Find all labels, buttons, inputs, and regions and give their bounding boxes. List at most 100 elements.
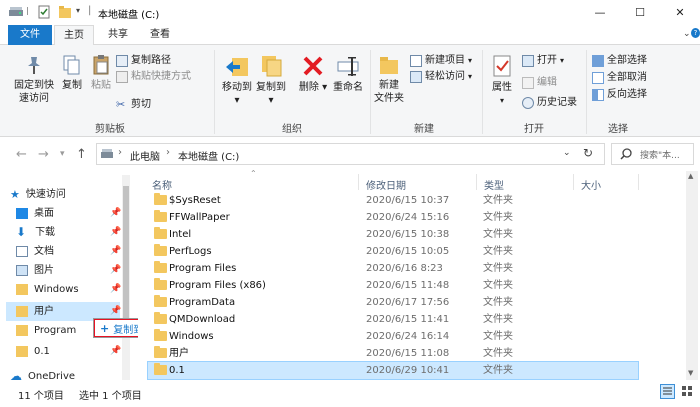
new-folder-quick-icon[interactable]: [58, 5, 72, 19]
new-folder-label-2: 文件夹: [374, 93, 404, 104]
pin-icon[interactable]: 📌: [110, 223, 121, 242]
select-none-button[interactable]: 全部取消: [592, 70, 647, 85]
pin-icon[interactable]: 📌: [110, 280, 121, 299]
forward-button[interactable]: →: [38, 147, 49, 162]
nav-item-windows[interactable]: Windows 📌: [16, 280, 121, 299]
minimize-button[interactable]: —: [580, 0, 620, 25]
file-type: 文件夹: [483, 212, 513, 223]
scroll-up-icon[interactable]: ▲: [688, 172, 693, 180]
tab-view[interactable]: 查看: [142, 25, 178, 45]
file-date: 2020/6/15 11:08: [366, 348, 450, 359]
file-name: 用户: [169, 348, 189, 359]
column-header-size[interactable]: 大小: [581, 177, 601, 192]
details-view-button[interactable]: [660, 384, 675, 399]
pin-quick-access-button[interactable]: 固定到快 速访问: [8, 54, 60, 105]
open-group-label: 打开: [524, 124, 544, 135]
folder-icon: [154, 312, 167, 324]
nav-scrollbar-thumb[interactable]: [123, 186, 129, 326]
column-divider: [476, 174, 477, 190]
edit-button[interactable]: 编辑: [522, 75, 557, 90]
table-row[interactable]: Program Files (x86) 2020/6/15 11:48 文件夹: [148, 277, 638, 294]
nav-quick-access[interactable]: ★ 快速访问: [10, 185, 66, 204]
cut-button[interactable]: ✂ 剪切: [116, 97, 151, 112]
file-name: Program Files: [169, 263, 237, 274]
drive-icon: [9, 7, 23, 16]
file-name: Program Files (x86): [169, 280, 266, 291]
large-icons-view-button[interactable]: [680, 384, 695, 399]
scroll-down-icon[interactable]: ▼: [688, 369, 693, 377]
table-row[interactable]: QMDownload 2020/6/15 11:41 文件夹: [148, 311, 638, 328]
pin-icon[interactable]: 📌: [110, 342, 121, 361]
tab-share[interactable]: 共享: [100, 25, 136, 45]
file-name: FFWallPaper: [169, 212, 230, 223]
table-row[interactable]: 0.1 2020/6/29 10:41 文件夹: [147, 361, 639, 380]
list-scrollbar[interactable]: [686, 171, 698, 380]
organize-group-label: 组织: [282, 124, 302, 135]
move-to-button[interactable]: 移动到 ▾: [220, 54, 254, 107]
breadcrumb-this-pc[interactable]: 此电脑: [130, 148, 160, 163]
customize-toolbar-icon[interactable]: ▾: [76, 6, 80, 15]
table-row[interactable]: $SysReset 2020/6/15 10:37 文件夹: [148, 192, 638, 209]
copy-button[interactable]: 复制: [60, 54, 84, 92]
address-bar[interactable]: [96, 143, 605, 165]
large-icons-view-icon: [682, 386, 692, 396]
table-row[interactable]: Windows 2020/6/24 16:14 文件夹: [148, 328, 638, 345]
file-name: PerfLogs: [169, 246, 212, 257]
tab-home[interactable]: 主页: [54, 25, 94, 46]
folder-icon: [154, 210, 167, 222]
close-button[interactable]: ✕: [660, 0, 700, 25]
file-type: 文件夹: [483, 331, 513, 342]
select-all-button[interactable]: 全部选择: [592, 53, 647, 68]
paste-button[interactable]: 粘贴: [88, 54, 114, 92]
delete-x-icon: [303, 56, 323, 76]
pin-icon[interactable]: 📌: [110, 242, 121, 261]
back-button[interactable]: ←: [16, 147, 27, 162]
group-divider: [370, 50, 371, 134]
up-button[interactable]: ↑: [76, 147, 87, 162]
new-folder-button[interactable]: 新建 文件夹: [372, 54, 406, 105]
column-header-date[interactable]: 修改日期: [366, 177, 406, 192]
details-view-icon: [663, 387, 672, 395]
tab-file[interactable]: 文件: [8, 25, 52, 45]
new-folder-label-1: 新建: [379, 80, 399, 91]
help-icon[interactable]: ?: [691, 28, 700, 38]
recent-locations-button[interactable]: ▾: [60, 149, 65, 159]
nav-item-pictures[interactable]: 图片 📌: [16, 261, 121, 280]
table-row[interactable]: 用户 2020/6/15 11:08 文件夹: [148, 345, 638, 362]
copy-path-button[interactable]: 复制路径: [116, 53, 171, 68]
new-item-button[interactable]: 新建项目 ▾: [410, 53, 472, 68]
select-none-icon: [592, 71, 604, 84]
nav-item-downloads[interactable]: ⬇ 下载 📌: [16, 223, 121, 242]
history-button[interactable]: 历史记录: [522, 95, 577, 110]
maximize-button[interactable]: ☐: [620, 0, 660, 25]
pin-icon[interactable]: 📌: [110, 204, 121, 223]
copy-to-button[interactable]: 复制到 ▾: [254, 54, 288, 107]
file-name: Intel: [169, 229, 192, 240]
nav-item-desktop[interactable]: 桌面 📌: [16, 204, 121, 223]
nav-item-documents[interactable]: 文档 📌: [16, 242, 121, 261]
properties-icon[interactable]: [38, 5, 50, 19]
delete-button[interactable]: 删除 ▾: [298, 54, 328, 94]
properties-button[interactable]: 属性 ▾: [486, 54, 518, 107]
open-button[interactable]: 打开 ▾: [522, 53, 564, 68]
table-row[interactable]: Program Files 2020/6/16 8:23 文件夹: [148, 260, 638, 277]
expand-ribbon-icon[interactable]: ⌄: [683, 29, 691, 39]
clipboard-group-label: 剪贴板: [95, 124, 125, 135]
pin-quick-label-1: 固定到快: [14, 80, 54, 91]
easy-access-button[interactable]: 轻松访问 ▾: [410, 69, 472, 84]
column-header-type[interactable]: 类型: [484, 177, 504, 192]
breadcrumb-local-disk[interactable]: 本地磁盘 (C:): [178, 148, 239, 163]
folder-icon: [154, 261, 167, 273]
table-row[interactable]: FFWallPaper 2020/6/24 15:16 文件夹: [148, 209, 638, 226]
table-row[interactable]: PerfLogs 2020/6/15 10:05 文件夹: [148, 243, 638, 260]
refresh-icon[interactable]: ↻: [583, 146, 593, 160]
rename-button[interactable]: 重命名: [330, 54, 366, 94]
invert-selection-button[interactable]: 反向选择: [592, 87, 647, 102]
paste-shortcut-button[interactable]: 粘贴快捷方式: [116, 69, 191, 84]
table-row[interactable]: Intel 2020/6/15 10:38 文件夹: [148, 226, 638, 243]
table-row[interactable]: ProgramData 2020/6/17 17:56 文件夹: [148, 294, 638, 311]
pin-icon[interactable]: 📌: [110, 261, 121, 280]
column-header-name[interactable]: 名称: [152, 177, 172, 192]
nav-item-0-1[interactable]: 0.1 📌: [16, 342, 121, 361]
address-dropdown-icon[interactable]: ⌄: [563, 148, 571, 158]
